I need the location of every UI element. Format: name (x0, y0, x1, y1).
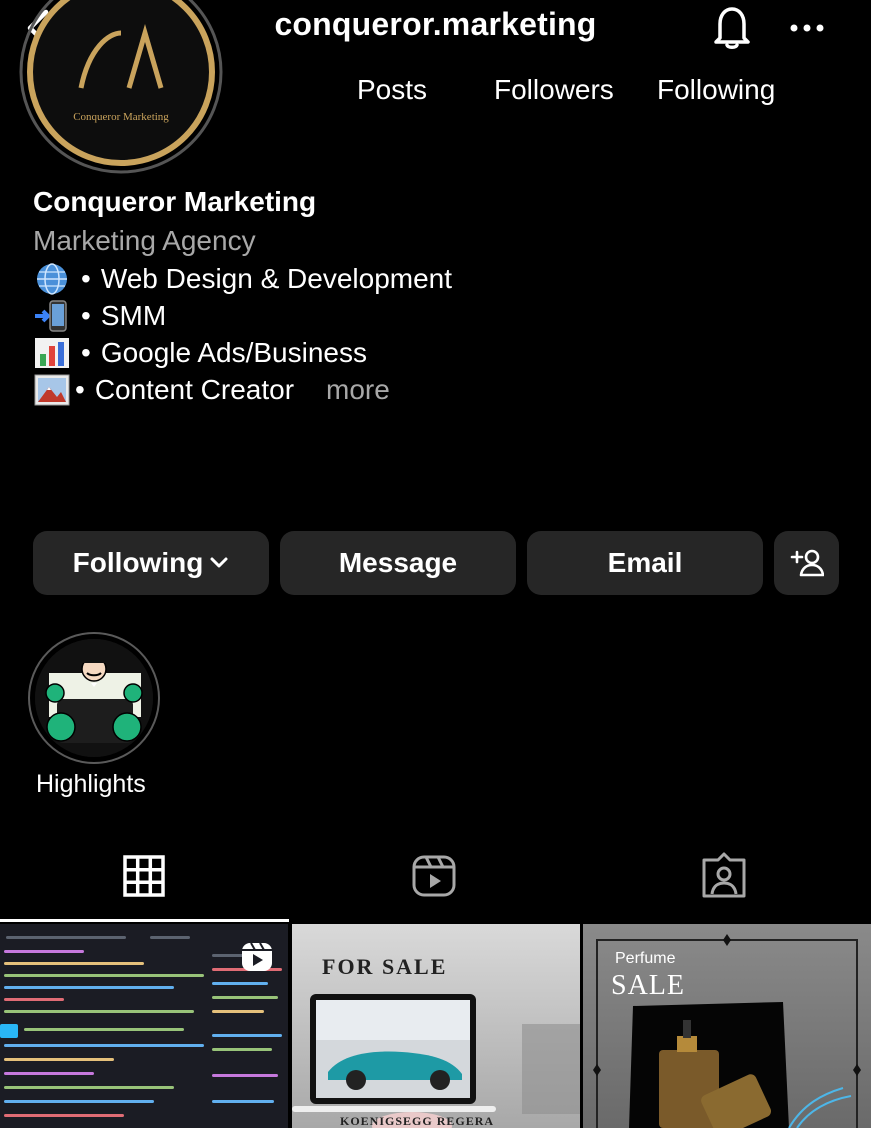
more-options-button[interactable] (786, 10, 830, 46)
highlight-story[interactable] (28, 632, 160, 764)
tab-posts-grid[interactable] (120, 850, 168, 902)
bio-line-text: Content Creator (94, 374, 295, 405)
bio-bullet: • (81, 263, 91, 294)
bio-line-text: Web Design & Development (100, 263, 453, 294)
bell-icon (714, 7, 750, 49)
suggested-users-button[interactable] (774, 531, 839, 595)
post-thumbnail-code[interactable] (0, 924, 288, 1128)
email-button-label: Email (607, 547, 683, 578)
posts-count-label[interactable]: Posts (357, 74, 427, 106)
message-button-label: Message (338, 547, 458, 578)
bio-bullet: • (81, 300, 91, 331)
bio-line-text: Google Ads/Business (100, 337, 367, 368)
laptop-car-image (292, 994, 580, 1128)
reels-icon (412, 855, 456, 897)
post-heading: Perfume (615, 950, 676, 967)
bio-line-text: SMM (100, 300, 167, 331)
profile-category: Marketing Agency (33, 225, 256, 256)
following-button-label: Following (72, 547, 204, 578)
post-thumbnail-for-sale[interactable]: For Sale Koenigsegg Regera (292, 924, 580, 1128)
email-button[interactable]: Email (527, 531, 763, 595)
mobile-arrow-icon (35, 300, 67, 332)
highlight-label: Highlights (36, 770, 146, 798)
followers-count-label[interactable]: Followers (494, 74, 614, 106)
message-button[interactable]: Message (280, 531, 516, 595)
profile-avatar[interactable]: Conqueror Marketing (19, 0, 223, 174)
ellipsis-icon (790, 24, 824, 32)
following-count-label[interactable]: Following (657, 74, 775, 106)
post-subheading: SALE (611, 970, 685, 1001)
bio-more-link[interactable]: more (326, 374, 390, 406)
tab-reels[interactable] (410, 850, 458, 902)
highlight-cover (35, 639, 153, 757)
notifications-button[interactable] (706, 2, 758, 52)
picture-icon (34, 374, 70, 406)
active-tab-indicator (0, 919, 289, 922)
profile-display-name: Conqueror Marketing (33, 186, 317, 217)
globe-icon (37, 263, 67, 295)
bio-line-smm: • SMM (33, 299, 166, 333)
grid-icon (123, 855, 165, 897)
bio-line-content-creator: • Content Creator more (33, 373, 390, 407)
bio-line-google-ads: • Google Ads/Business (33, 336, 367, 370)
bar-chart-icon (35, 338, 69, 368)
add-user-icon (790, 549, 824, 577)
tagged-icon (702, 852, 746, 898)
chevron-down-icon (210, 557, 228, 568)
post-heading: For Sale (322, 954, 448, 979)
tab-tagged[interactable] (700, 850, 748, 902)
bio-line-web-design: • Web Design & Development (33, 262, 452, 296)
post-thumbnail-perfume-sale[interactable]: Perfume SALE (583, 924, 871, 1128)
bio-bullet: • (75, 374, 85, 405)
reel-badge-icon (242, 942, 272, 971)
post-caption: Koenigsegg Regera (340, 1114, 495, 1128)
following-button[interactable]: Following (33, 531, 269, 595)
avatar-logo-text: Conqueror Marketing (73, 111, 169, 123)
bio-bullet: • (81, 337, 91, 368)
